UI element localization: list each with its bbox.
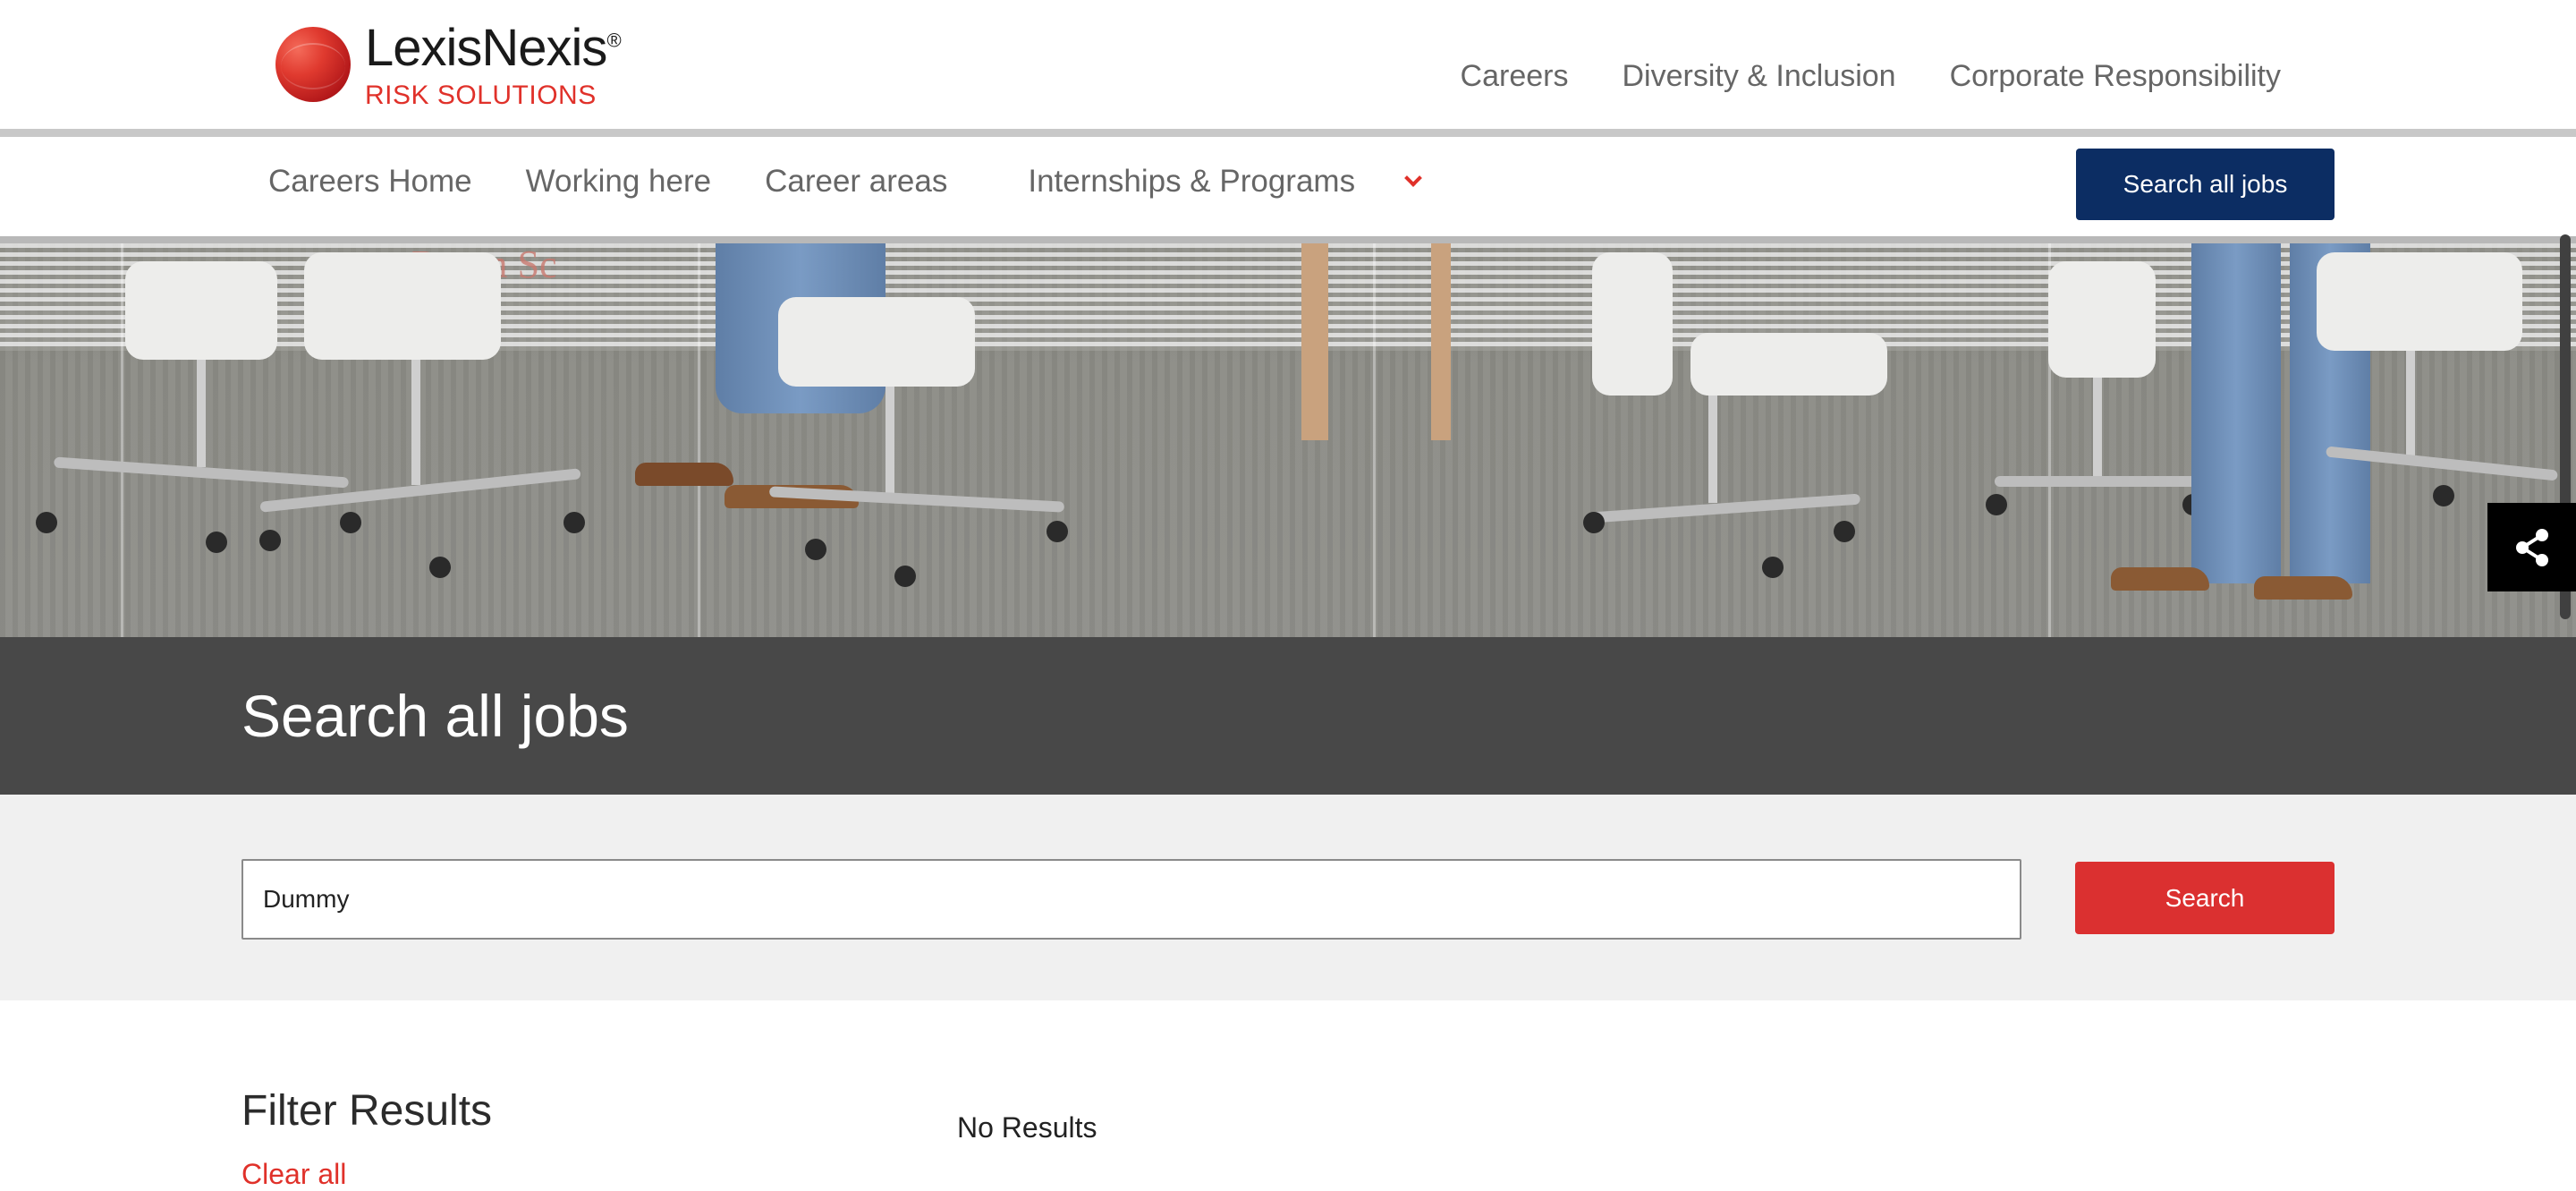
share-button[interactable] [2487,503,2576,591]
page-title: Search all jobs [242,683,629,749]
filter-results-heading: Filter Results [242,1087,493,1135]
header-divider [0,129,2576,137]
top-nav-diversity-inclusion[interactable]: Diversity & Inclusion [1622,59,1895,94]
search-band: Search [0,795,2576,1000]
clear-all-link[interactable]: Clear all [242,1158,346,1191]
chevron-down-icon[interactable] [1403,169,1422,187]
logo-tagline: RISK SOLUTIONS [365,81,597,110]
lexisnexis-logo[interactable]: LexisNexis® RISK SOLUTIONS [275,19,633,113]
job-search-input[interactable] [242,859,2021,940]
search-all-jobs-button[interactable]: Search all jobs [2076,149,2334,220]
logo-sphere-icon [275,27,351,102]
sub-nav-career-areas[interactable]: Career areas [765,164,947,200]
no-results-message: No Results [957,1111,1097,1144]
share-icon [2515,528,2548,566]
logo-wordmark: LexisNexis® [365,19,622,77]
sub-nav-careers-home[interactable]: Careers Home [268,164,472,200]
top-nav: Careers Diversity & Inclusion Corporate … [1461,59,2281,94]
sub-nav-divider [0,236,2576,243]
page-title-band: Search all jobs [0,637,2576,795]
sub-nav: Careers Home Working here Career areas I… [0,137,2576,236]
sub-nav-internships-programs[interactable]: Internships & Programs [1028,164,1422,200]
hero-image: Room Sc [0,243,2576,637]
top-header: LexisNexis® RISK SOLUTIONS Careers Diver… [0,0,2576,129]
top-nav-careers[interactable]: Careers [1461,59,1569,94]
top-nav-corporate-responsibility[interactable]: Corporate Responsibility [1950,59,2281,94]
sub-nav-working-here[interactable]: Working here [526,164,712,200]
sub-nav-internships-label: Internships & Programs [1028,164,1356,199]
search-button[interactable]: Search [2075,862,2334,934]
